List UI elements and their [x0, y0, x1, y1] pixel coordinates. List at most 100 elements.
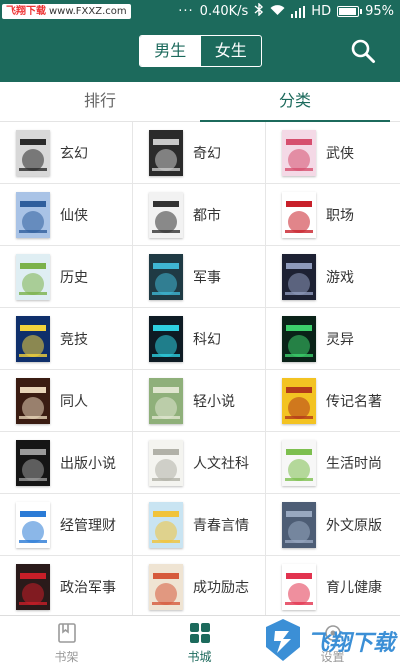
category-item[interactable]: 游戏: [266, 246, 400, 308]
grid-four-icon: [189, 622, 211, 644]
category-item[interactable]: 玄幻: [0, 122, 133, 184]
category-label: 生活时尚: [326, 456, 382, 472]
category-item[interactable]: 科幻: [133, 308, 266, 370]
category-label: 都市: [193, 208, 221, 224]
category-item[interactable]: 育儿健康: [266, 556, 400, 615]
tab-ranking[interactable]: 排行: [0, 82, 200, 122]
category-item[interactable]: 经管理财: [0, 494, 133, 556]
watermark-url: www.FXXZ.com: [49, 6, 127, 17]
category-cover-image: [149, 378, 183, 424]
category-cover-image: [282, 316, 316, 362]
app-header: 男生 女生: [0, 24, 400, 82]
watermark-logo: 飞翔下载: [263, 617, 399, 667]
category-item[interactable]: 灵异: [266, 308, 400, 370]
category-label: 外文原版: [326, 518, 382, 534]
battery-icon: [337, 6, 363, 17]
category-label: 奇幻: [193, 146, 221, 162]
category-cover-image: [282, 564, 316, 610]
category-cover-image: [149, 564, 183, 610]
network-type: HD: [311, 4, 332, 19]
category-cover-image: [16, 254, 50, 300]
category-label: 玄幻: [60, 146, 88, 162]
nav-bookstore-label: 书城: [187, 650, 212, 664]
category-cover-image: [16, 502, 50, 548]
category-item[interactable]: 军事: [133, 246, 266, 308]
gender-switch: 男生 女生: [139, 35, 262, 67]
category-label: 仙侠: [60, 208, 88, 224]
search-icon[interactable]: [350, 38, 376, 64]
category-cover-image: [282, 502, 316, 548]
category-item[interactable]: 职场: [266, 184, 400, 246]
category-cover-image: [16, 378, 50, 424]
category-item[interactable]: 外文原版: [266, 494, 400, 556]
category-item[interactable]: 都市: [133, 184, 266, 246]
category-cover-image: [149, 254, 183, 300]
category-item[interactable]: 武侠: [266, 122, 400, 184]
category-item[interactable]: 奇幻: [133, 122, 266, 184]
notification-dots: ···: [178, 4, 194, 19]
category-label: 科幻: [193, 332, 221, 348]
category-label: 武侠: [326, 146, 354, 162]
store-tabs: 排行 分类: [0, 82, 400, 123]
category-cover-image: [149, 192, 183, 238]
category-item[interactable]: 人文社科: [133, 432, 266, 494]
category-label: 职场: [326, 208, 354, 224]
bluetooth-icon: [254, 2, 264, 20]
tab-female[interactable]: 女生: [201, 36, 262, 66]
category-label: 育儿健康: [326, 580, 382, 596]
nav-bookshelf[interactable]: 书架: [0, 616, 133, 667]
category-cover-image: [16, 130, 50, 176]
category-label: 游戏: [326, 270, 354, 286]
category-label: 成功励志: [193, 580, 249, 596]
category-item[interactable]: 政治军事: [0, 556, 133, 615]
network-speed: 0.40K/s: [199, 4, 249, 19]
tab-category[interactable]: 分类: [200, 82, 390, 123]
signal-icon: [291, 5, 306, 18]
watermark-brand: 飞翔下载: [6, 6, 46, 17]
category-grid: 玄幻 奇幻 武侠仙侠 都市 职场历史 军事 游戏竞技 科幻 灵异同人 轻小说 传记名著出版小说 人文社…: [0, 122, 400, 615]
watermark-logo-icon: [266, 619, 300, 661]
category-cover-image: [282, 192, 316, 238]
category-item[interactable]: 生活时尚: [266, 432, 400, 494]
category-label: 同人: [60, 394, 88, 410]
battery-percent: 95%: [365, 4, 394, 19]
tab-male[interactable]: 男生: [140, 36, 201, 66]
category-label: 竞技: [60, 332, 88, 348]
category-label: 青春言情: [193, 518, 249, 534]
category-item[interactable]: 青春言情: [133, 494, 266, 556]
category-cover-image: [149, 502, 183, 548]
category-item[interactable]: 传记名著: [266, 370, 400, 432]
bookmark-book-icon: [56, 622, 78, 644]
category-label: 灵异: [326, 332, 354, 348]
category-item[interactable]: 仙侠: [0, 184, 133, 246]
category-cover-image: [149, 440, 183, 486]
category-cover-image: [16, 192, 50, 238]
nav-bookstore[interactable]: 书城: [133, 616, 266, 667]
category-item[interactable]: 成功励志: [133, 556, 266, 615]
category-item[interactable]: 轻小说: [133, 370, 266, 432]
watermark-logo-text: 飞翔下载: [307, 631, 396, 656]
category-item[interactable]: 同人: [0, 370, 133, 432]
category-cover-image: [282, 254, 316, 300]
category-cover-image: [16, 316, 50, 362]
category-label: 军事: [193, 270, 221, 286]
nav-bookshelf-label: 书架: [54, 650, 79, 664]
wifi-icon: [270, 4, 285, 20]
category-item[interactable]: 出版小说: [0, 432, 133, 494]
category-item[interactable]: 历史: [0, 246, 133, 308]
category-cover-image: [16, 440, 50, 486]
category-cover-image: [16, 564, 50, 610]
category-label: 经管理财: [60, 518, 116, 534]
category-label: 历史: [60, 270, 88, 286]
watermark-badge: 飞翔下载 www.FXXZ.com: [2, 4, 131, 19]
category-label: 政治军事: [60, 580, 116, 596]
category-label: 人文社科: [193, 456, 249, 472]
category-cover-image: [282, 378, 316, 424]
category-label: 传记名著: [326, 394, 382, 410]
category-cover-image: [282, 440, 316, 486]
status-bar: 飞翔下载 www.FXXZ.com ··· 0.40K/s HD 95%: [0, 0, 400, 24]
category-cover-image: [282, 130, 316, 176]
category-cover-image: [149, 316, 183, 362]
category-item[interactable]: 竞技: [0, 308, 133, 370]
category-label: 出版小说: [60, 456, 116, 472]
